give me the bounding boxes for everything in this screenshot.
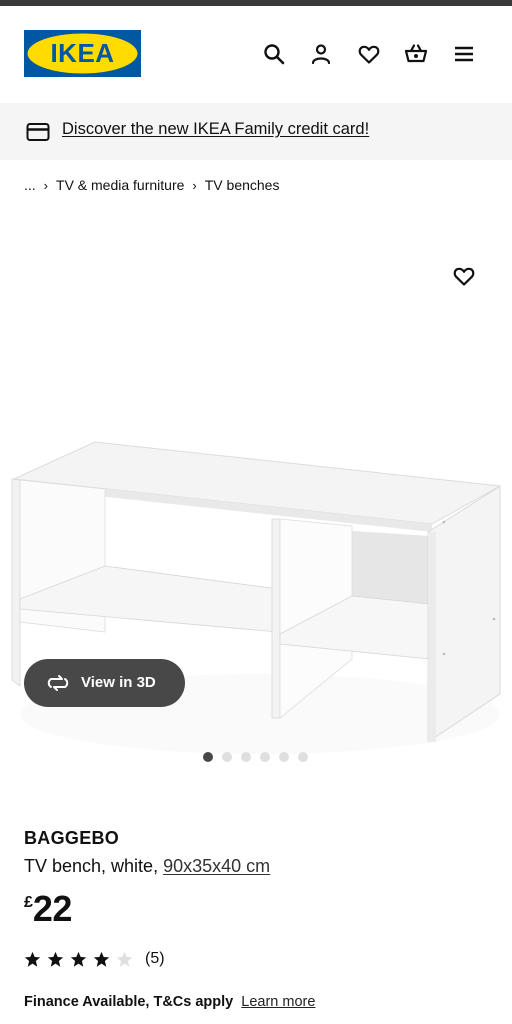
carousel-dot[interactable] — [298, 752, 308, 762]
breadcrumb-tv-benches[interactable]: TV benches — [205, 177, 280, 193]
menu-icon[interactable] — [452, 42, 476, 66]
view-in-3d-label: View in 3D — [81, 674, 156, 691]
price-currency: £ — [24, 894, 33, 911]
carousel-dot[interactable] — [279, 752, 289, 762]
star-icon — [47, 951, 64, 967]
star-icon — [93, 951, 110, 967]
view-in-3d-button[interactable]: View in 3D — [24, 659, 185, 707]
breadcrumb: ... › TV & media furniture › TV benches — [24, 177, 279, 193]
carousel-dot[interactable] — [260, 752, 270, 762]
rotate-3d-icon — [47, 675, 69, 691]
carousel-dot[interactable] — [241, 752, 251, 762]
star-icon — [70, 951, 87, 967]
learn-more-link[interactable]: Learn more — [241, 994, 315, 1010]
breadcrumb-ellipsis[interactable]: ... — [24, 177, 36, 193]
save-to-list-heart-icon[interactable] — [452, 264, 476, 288]
product-media[interactable] — [0, 204, 512, 754]
user-icon[interactable] — [309, 42, 333, 66]
product-price: £22 — [24, 888, 72, 930]
breadcrumb-tv-media-furniture[interactable]: TV & media furniture — [56, 177, 184, 193]
breadcrumb-separator: › — [43, 177, 49, 193]
product-rating[interactable]: (5) — [24, 950, 165, 968]
carousel-indicator — [203, 752, 308, 762]
ikea-logo[interactable]: IKEA — [24, 30, 141, 77]
star-icon — [24, 951, 41, 967]
price-amount: 22 — [32, 888, 73, 929]
review-count[interactable]: (5) — [145, 950, 165, 968]
product-name: BAGGEBO — [24, 828, 120, 848]
product-type: TV bench, white, — [24, 856, 159, 876]
product-dimensions-link[interactable]: 90x35x40 cm — [163, 856, 270, 876]
carousel-dot[interactable] — [203, 752, 213, 762]
finance-text: Finance Available, T&Cs apply — [24, 994, 234, 1010]
heart-icon[interactable] — [357, 42, 381, 66]
logo-text: IKEA — [50, 38, 114, 68]
site-header: IKEA — [0, 6, 512, 103]
promo-link[interactable]: Discover the new IKEA Family credit card… — [62, 120, 369, 139]
carousel-dot[interactable] — [222, 752, 232, 762]
search-icon[interactable] — [262, 42, 286, 66]
star-empty-icon — [116, 951, 133, 967]
promo-banner[interactable]: Discover the new IKEA Family credit card… — [0, 103, 512, 160]
credit-card-icon — [26, 123, 50, 141]
product-description: TV bench, white, 90x35x40 cm — [24, 856, 270, 877]
basket-icon[interactable] — [404, 42, 428, 66]
breadcrumb-separator: › — [192, 177, 197, 193]
finance-info: Finance Available, T&Cs apply Learn more — [24, 994, 315, 1010]
